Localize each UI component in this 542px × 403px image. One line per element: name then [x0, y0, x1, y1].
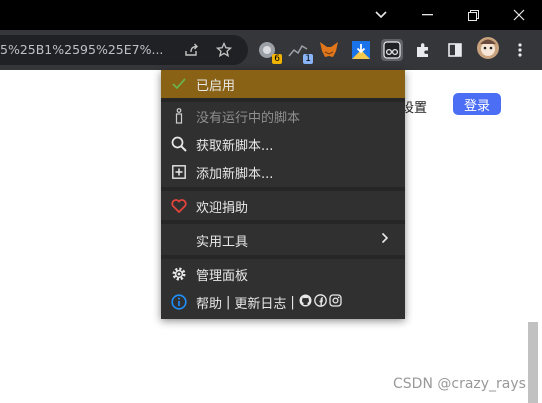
get-new-scripts[interactable]: 获取新脚本... — [161, 130, 405, 158]
tampermonkey-icon — [383, 41, 401, 59]
watermark: CSDN @crazy_rays — [393, 376, 526, 392]
metamask-extension-button[interactable] — [318, 39, 340, 61]
heart-icon — [170, 197, 188, 215]
extension-badge: 1 — [303, 54, 313, 64]
fox-icon — [320, 42, 338, 57]
restore-button[interactable] — [450, 0, 496, 30]
chevron-right-icon — [381, 232, 389, 248]
puzzle-icon — [417, 43, 428, 57]
dashboard-item[interactable]: 管理面板 — [161, 260, 405, 288]
enabled-label: 已启用 — [196, 78, 236, 94]
enabled-toggle[interactable]: 已启用 — [161, 70, 405, 98]
info-small-icon — [170, 107, 188, 125]
restore-icon — [467, 9, 479, 21]
close-button[interactable] — [496, 0, 542, 30]
sidepanel-icon — [448, 43, 462, 57]
browser-toolbar: 5%25B1%2595%25E7%... 6 1 — [0, 30, 542, 70]
scrollbar[interactable] — [528, 322, 538, 403]
address-bar[interactable]: 5%25B1%2595%25E7%... — [0, 35, 248, 65]
avatar-icon — [477, 37, 499, 59]
donate-item[interactable]: 欢迎捐助 — [161, 192, 405, 220]
window-titlebar — [0, 0, 542, 30]
extensions-button[interactable] — [412, 39, 434, 61]
download-icon — [352, 41, 370, 59]
no-running-scripts: 没有运行中的脚本 — [161, 102, 405, 130]
side-panel-button[interactable] — [444, 39, 466, 61]
instagram-icon[interactable] — [329, 293, 342, 311]
help-links: 帮助 | 更新日志 | — [196, 293, 342, 312]
add-script-label: 添加新脚本... — [196, 166, 274, 182]
minimize-button[interactable] — [404, 0, 450, 30]
browser-menu-button[interactable] — [509, 39, 531, 61]
facebook-icon[interactable] — [313, 293, 327, 311]
star-icon[interactable] — [215, 41, 233, 59]
info-icon — [170, 293, 188, 311]
share-icon[interactable] — [183, 41, 201, 59]
chevron-down-icon — [375, 11, 387, 19]
separator: | — [226, 294, 231, 310]
extension-button-2[interactable]: 1 — [287, 39, 313, 64]
get-scripts-label: 获取新脚本... — [196, 138, 274, 154]
url-text[interactable]: 5%25B1%2595%25E7%... — [0, 42, 163, 57]
close-icon — [513, 9, 525, 21]
no-scripts-label: 没有运行中的脚本 — [196, 110, 301, 126]
utilities-label: 实用工具 — [196, 234, 249, 250]
tampermonkey-extension-button[interactable] — [381, 39, 403, 61]
gear-icon — [170, 265, 188, 283]
utilities-submenu[interactable]: 实用工具 — [161, 226, 405, 254]
tampermonkey-menu: 已启用 没有运行中的脚本 获取新脚本... 添加新脚本... 欢迎捐助 实用工具 — [161, 70, 405, 319]
donate-label: 欢迎捐助 — [196, 200, 249, 216]
search-icon — [170, 135, 188, 153]
menu-divider — [161, 220, 405, 224]
tab-search-button[interactable] — [358, 0, 404, 30]
add-new-script[interactable]: 添加新脚本... — [161, 158, 405, 186]
extension-button-1[interactable]: 6 — [256, 39, 282, 64]
help-row: 帮助 | 更新日志 | — [161, 288, 405, 316]
dashboard-label: 管理面板 — [196, 268, 249, 284]
plus-square-icon — [170, 163, 188, 181]
github-icon[interactable] — [299, 294, 312, 311]
login-button[interactable]: 登录 — [453, 93, 501, 115]
download-extension-button[interactable] — [350, 39, 372, 61]
minimize-icon — [421, 14, 433, 16]
changelog-link[interactable]: 更新日志 — [234, 293, 286, 312]
profile-avatar[interactable] — [476, 36, 500, 60]
separator: | — [290, 294, 295, 310]
extension-badge: 6 — [272, 54, 282, 64]
more-icon — [518, 43, 522, 57]
menu-divider — [161, 187, 405, 191]
menu-divider — [161, 255, 405, 259]
help-link[interactable]: 帮助 — [196, 293, 222, 312]
check-icon — [170, 75, 188, 93]
